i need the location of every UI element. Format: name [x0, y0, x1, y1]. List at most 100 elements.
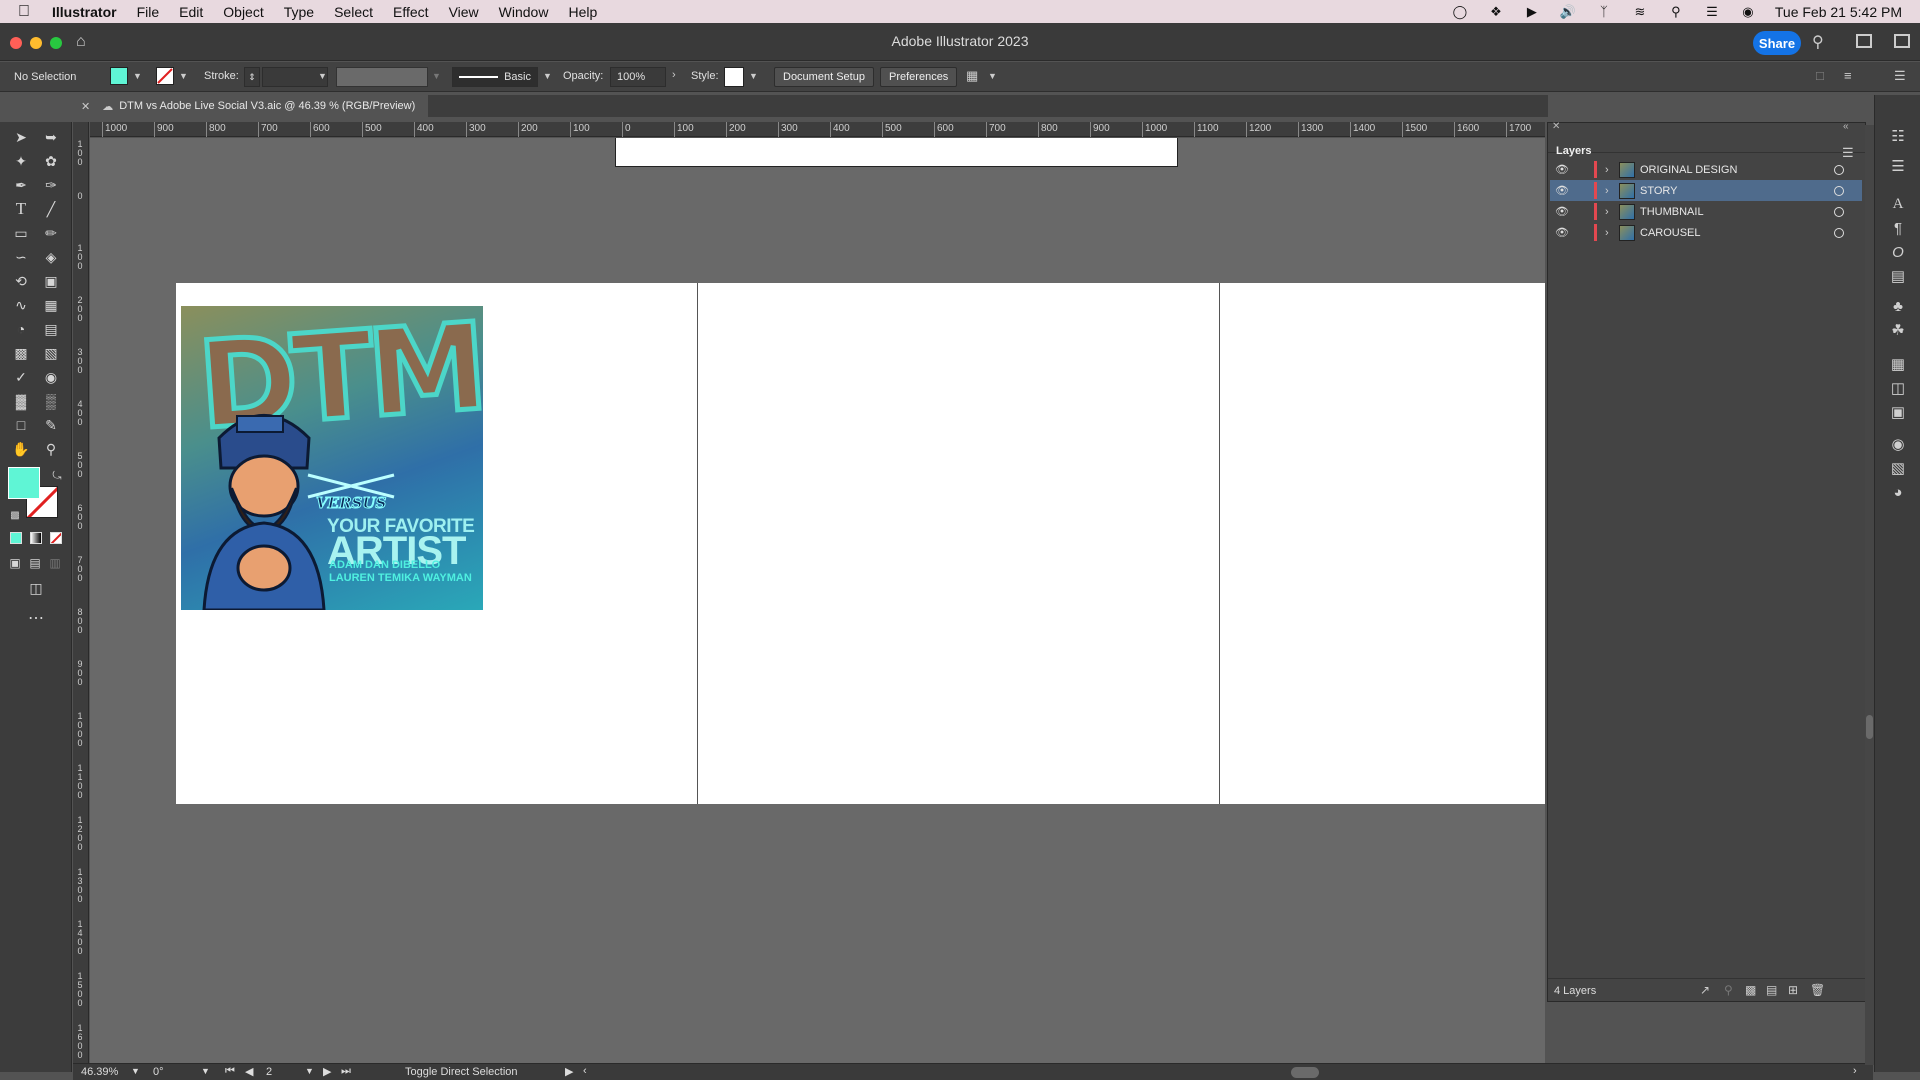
menu-file[interactable]: File [137, 4, 160, 20]
zoom-tool-icon[interactable]: ⚲ [40, 438, 62, 460]
expand-layer-chevron-icon[interactable]: › [1605, 206, 1615, 218]
isolate-icon[interactable]: □ [1816, 68, 1824, 83]
menu-window[interactable]: Window [499, 4, 549, 20]
visibility-eye-icon[interactable]: 👁 [1550, 184, 1574, 197]
layers-tab[interactable]: Layers [1556, 145, 1591, 157]
graphic-style-swatch[interactable] [724, 67, 744, 87]
draw-inside-icon[interactable]: ▥ [44, 552, 66, 574]
magic-wand-tool-icon[interactable]: ✦ [10, 150, 32, 172]
type-tool-icon[interactable]: T [10, 198, 32, 220]
eyedropper-tool-icon[interactable]: ✓ [10, 366, 32, 388]
delete-layer-icon[interactable]: 🗑 [1810, 983, 1825, 997]
arrange-documents-icon[interactable] [1894, 34, 1910, 48]
fill-color-swatch[interactable] [110, 67, 128, 85]
dropbox-icon[interactable]: ❖ [1487, 4, 1505, 19]
gradient-tool-icon[interactable]: ▧ [40, 342, 62, 364]
artboard-number-input[interactable]: 2 [266, 1066, 272, 1078]
opacity-input[interactable]: 100% [610, 67, 666, 87]
stroke-color-swatch[interactable] [156, 67, 174, 85]
last-artboard-icon[interactable]: ⏭ [341, 1065, 351, 1078]
next-artboard-icon[interactable]: ▶ [323, 1065, 331, 1078]
pen-tool-icon[interactable]: ✒ [10, 174, 32, 196]
paragraph-icon[interactable]: ¶ [1887, 217, 1909, 239]
spotlight-search-icon[interactable]: ⚲ [1667, 4, 1685, 19]
control-panel-menu-icon[interactable]: ☰ [1894, 68, 1906, 84]
paintbrush-tool-icon[interactable]: ✏ [40, 222, 62, 244]
zoom-level-input[interactable]: 46.39% [81, 1066, 118, 1078]
vertical-scrollbar[interactable] [1865, 125, 1874, 1065]
eraser-tool-icon[interactable]: ◈ [40, 246, 62, 268]
selection-tool-icon[interactable]: ➤ [10, 126, 32, 148]
layer-row[interactable]: 👁 › STORY [1550, 180, 1862, 201]
close-tab-icon[interactable]: ✕ [81, 100, 90, 113]
layer-name[interactable]: STORY [1640, 185, 1834, 197]
character-icon[interactable]: A [1887, 193, 1909, 215]
expand-layer-chevron-icon[interactable]: › [1605, 185, 1615, 197]
curvature-tool-icon[interactable]: ✑ [40, 174, 62, 196]
layer-row[interactable]: 👁 › THUMBNAIL [1550, 201, 1862, 222]
document-setup-button[interactable]: Document Setup [774, 67, 874, 87]
workspace-switcher-icon[interactable] [1856, 34, 1872, 48]
opacity-expand-icon[interactable]: › [672, 69, 676, 81]
brush-definition-dropdown[interactable]: Basic [452, 67, 538, 87]
menu-view[interactable]: View [449, 4, 479, 20]
vertical-scrollbar-thumb[interactable] [1866, 715, 1873, 739]
brush-chevron-icon[interactable]: ▼ [543, 71, 552, 81]
artboard-tool-icon[interactable]: □ [10, 414, 32, 436]
first-artboard-icon[interactable]: ⏮ [225, 1065, 235, 1078]
placed-artwork[interactable]: DTM VERSUS YOUR FAVORITE ARTIST ADAM DAN… [181, 306, 483, 610]
volume-icon[interactable]: 🔊 [1559, 4, 1577, 19]
creative-cloud-icon[interactable]: ◯ [1451, 4, 1469, 19]
vertical-ruler[interactable]: 1 0 0 0 1 0 0 2 0 0 3 0 0 4 0 0 5 0 0 6 0 0 7 0 … [73, 122, 89, 1072]
expand-layer-chevron-icon[interactable]: › [1605, 164, 1615, 176]
visibility-eye-icon[interactable]: 👁 [1550, 226, 1574, 239]
rotate-tool-icon[interactable]: ⟲ [10, 270, 32, 292]
mesh-tool-icon[interactable]: ▩ [10, 342, 32, 364]
siri-icon[interactable]: ◉ [1739, 4, 1757, 19]
menu-type[interactable]: Type [284, 4, 314, 20]
symbols-icon[interactable]: ♣ [1887, 295, 1909, 317]
slice-tool-icon[interactable]: ✎ [40, 414, 62, 436]
apple-menu-icon[interactable]:  [18, 3, 36, 21]
variable-width-profile[interactable] [336, 67, 428, 87]
none-mode-icon[interactable] [50, 532, 62, 544]
wifi-icon[interactable]: ≋ [1631, 4, 1649, 19]
rectangle-tool-icon[interactable]: ▭ [10, 222, 32, 244]
stroke-weight-stepper[interactable]: ⇕ [244, 67, 260, 87]
align-icon[interactable]: ◫ [1887, 377, 1909, 399]
draw-normal-icon[interactable]: ▣ [4, 552, 26, 574]
scroll-left-icon[interactable]: ‹ [583, 1065, 587, 1077]
control-center-icon[interactable]: ☰ [1703, 4, 1721, 19]
color-mode-icon[interactable] [10, 532, 22, 544]
shape-builder-tool-icon[interactable]: ◔ [10, 318, 32, 340]
direct-selection-tool-icon[interactable]: ➥ [40, 126, 62, 148]
preferences-button[interactable]: Preferences [880, 67, 958, 87]
status-menu-arrow-icon[interactable]: ▶ [565, 1065, 573, 1078]
create-sublayer-icon[interactable]: ▤ [1766, 983, 1777, 997]
layer-target-icon[interactable] [1834, 206, 1844, 217]
artboard-top[interactable] [615, 138, 1178, 167]
fill-dropdown-chevron-icon[interactable]: ▼ [133, 71, 142, 81]
menu-edit[interactable]: Edit [179, 4, 203, 20]
arrange-icon[interactable]: ▦ [966, 68, 978, 84]
layer-name[interactable]: ORIGINAL DESIGN [1640, 164, 1834, 176]
menu-object[interactable]: Object [223, 4, 263, 20]
stroke-dropdown-chevron-icon[interactable]: ▼ [179, 71, 188, 81]
column-graph-tool-icon[interactable]: ▒ [40, 390, 62, 412]
menu-help[interactable]: Help [568, 4, 597, 20]
default-fill-stroke-icon[interactable]: ▩ [4, 504, 26, 526]
layers-dock-icon[interactable]: ☰ [1887, 155, 1909, 177]
gradient-mode-icon[interactable] [30, 532, 42, 544]
style-chevron-icon[interactable]: ▼ [749, 71, 758, 81]
draw-behind-icon[interactable]: ▤ [24, 552, 46, 574]
menubar-clock[interactable]: Tue Feb 21 5:42 PM [1775, 4, 1902, 20]
pathfinder-icon[interactable]: ▣ [1887, 401, 1909, 423]
line-tool-icon[interactable]: ╱ [40, 198, 62, 220]
create-new-layer-icon[interactable]: ⊞ [1788, 983, 1798, 997]
appearance-icon[interactable]: ◉ [1887, 433, 1909, 455]
transform-icon[interactable]: ▦ [1887, 353, 1909, 375]
collect-for-export-icon[interactable]: ↗ [1700, 983, 1710, 997]
edit-toolbar-icon[interactable]: ⋯ [25, 607, 47, 629]
rotation-input[interactable]: 0° [153, 1066, 164, 1078]
asset-export-icon[interactable]: ☘ [1887, 319, 1909, 341]
